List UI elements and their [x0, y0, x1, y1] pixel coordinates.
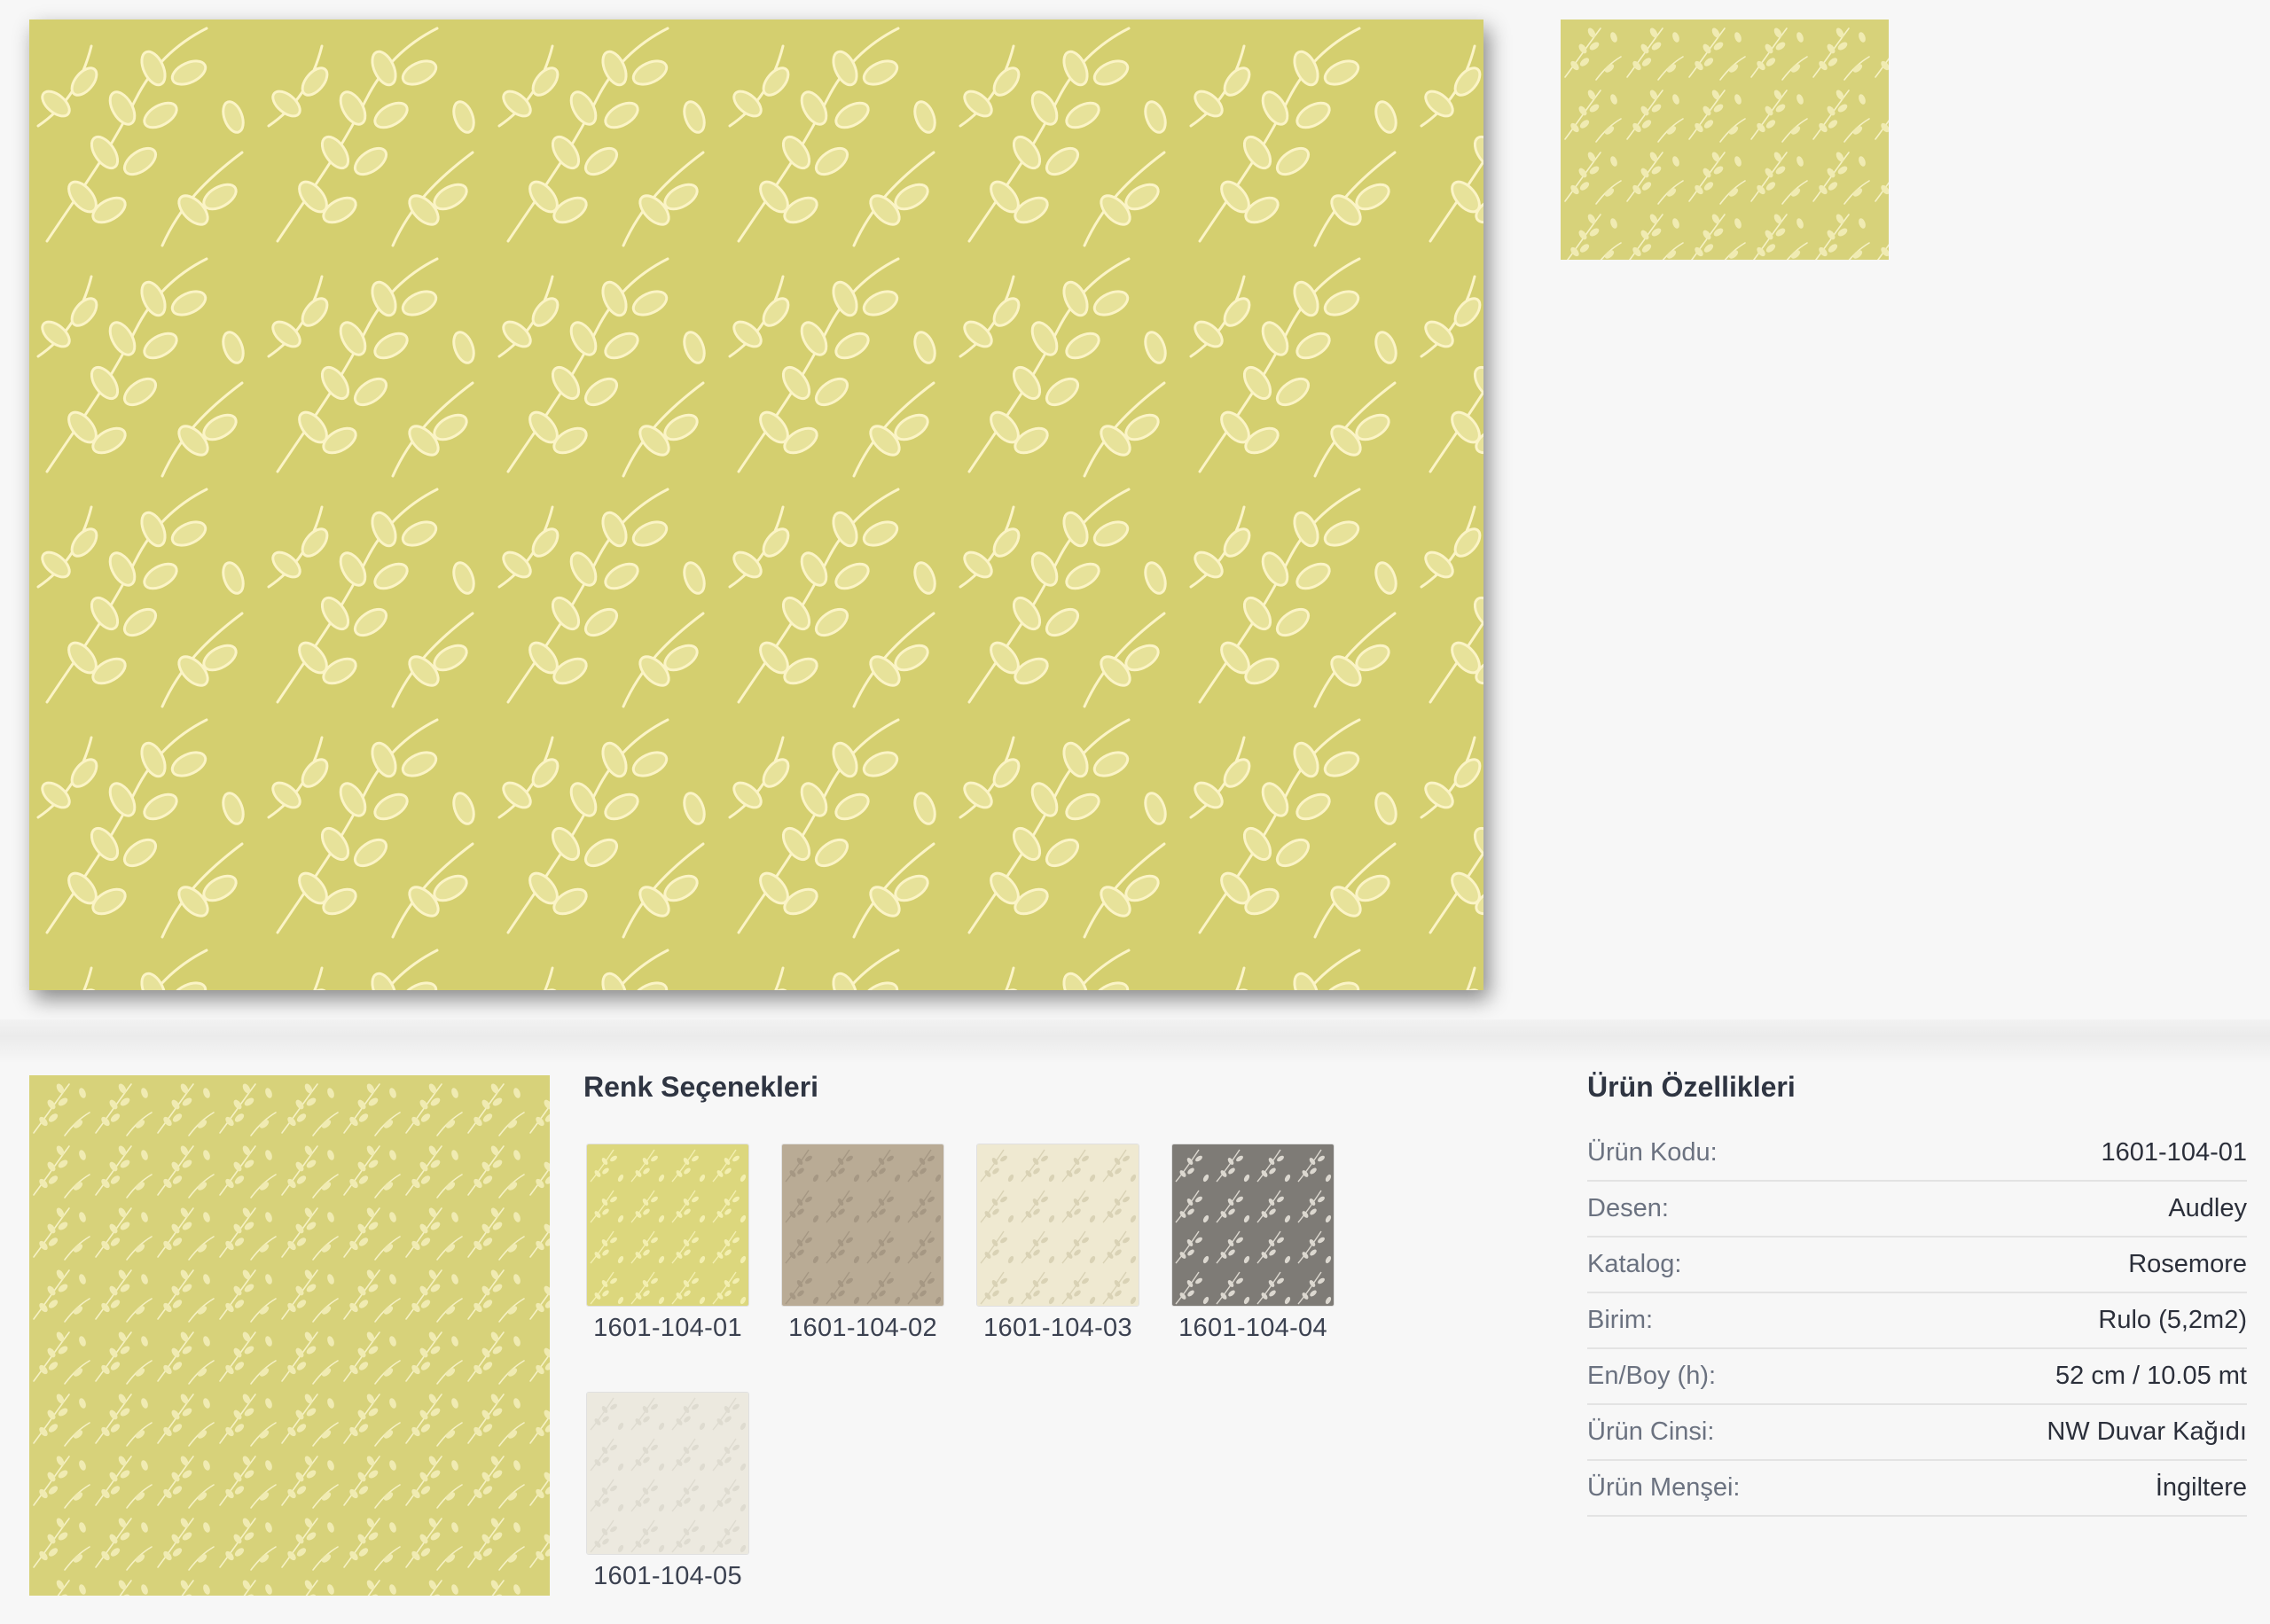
- color-swatch-code: 1601-104-05: [593, 1562, 742, 1590]
- product-gallery: [0, 0, 2270, 1019]
- property-label: En/Boy (h):: [1587, 1362, 1717, 1390]
- property-row-type: Ürün Cinsi: NW Duvar Kağıdı: [1587, 1405, 2247, 1461]
- property-label: Katalog:: [1587, 1250, 1682, 1278]
- property-row-unit: Birim: Rulo (5,2m2): [1587, 1293, 2247, 1349]
- color-swatch-code: 1601-104-02: [788, 1314, 937, 1342]
- color-swatch-image: [976, 1144, 1139, 1307]
- color-swatch-code: 1601-104-01: [593, 1314, 742, 1342]
- property-row-code: Ürün Kodu: 1601-104-01: [1587, 1126, 2247, 1182]
- leaf-pattern-room-graphic: [29, 1075, 550, 1596]
- product-properties-heading: Ürün Özellikleri: [1587, 1071, 1796, 1103]
- product-main-image[interactable]: [29, 20, 1483, 990]
- color-options-heading: Renk Seçenekleri: [583, 1071, 819, 1103]
- property-label: Ürün Menşei:: [1587, 1473, 1741, 1502]
- leaf-pattern-graphic: [29, 20, 1483, 990]
- color-swatch[interactable]: 1601-104-01: [586, 1144, 749, 1343]
- color-swatch[interactable]: 1601-104-05: [586, 1392, 749, 1591]
- section-divider: [0, 1019, 2270, 1062]
- property-row-pattern: Desen: Audley: [1587, 1182, 2247, 1238]
- color-swatch[interactable]: 1601-104-02: [781, 1144, 944, 1343]
- color-swatch-code: 1601-104-03: [983, 1314, 1132, 1342]
- property-value: NW Duvar Kağıdı: [2047, 1417, 2247, 1446]
- property-label: Birim:: [1587, 1306, 1654, 1334]
- room-preview-image[interactable]: [29, 1075, 550, 1596]
- color-swatch-image: [586, 1392, 749, 1555]
- property-value: 52 cm / 10.05 mt: [2055, 1362, 2247, 1390]
- color-swatch-image: [781, 1144, 944, 1307]
- color-swatch-image: [1171, 1144, 1335, 1307]
- product-properties-table: Ürün Kodu: 1601-104-01 Desen: Audley Kat…: [1587, 1126, 2247, 1517]
- property-value: Audley: [2168, 1194, 2247, 1222]
- color-swatch[interactable]: 1601-104-03: [976, 1144, 1139, 1343]
- property-value: Rosemore: [2128, 1250, 2247, 1278]
- leaf-pattern-thumbnail-graphic: [1561, 20, 1889, 260]
- color-swatch-code: 1601-104-04: [1178, 1314, 1327, 1342]
- property-label: Ürün Cinsi:: [1587, 1417, 1715, 1446]
- color-swatch[interactable]: 1601-104-04: [1171, 1144, 1335, 1343]
- property-value: İngiltere: [2155, 1473, 2247, 1502]
- property-value: 1601-104-01: [2101, 1138, 2247, 1167]
- product-thumbnail[interactable]: [1561, 20, 1889, 260]
- property-row-origin: Ürün Menşei: İngiltere: [1587, 1461, 2247, 1517]
- property-label: Ürün Kodu:: [1587, 1138, 1718, 1167]
- property-row-catalog: Katalog: Rosemore: [1587, 1238, 2247, 1293]
- property-label: Desen:: [1587, 1194, 1669, 1222]
- property-value: Rulo (5,2m2): [2098, 1306, 2247, 1334]
- color-swatch-image: [586, 1144, 749, 1307]
- property-row-dimensions: En/Boy (h): 52 cm / 10.05 mt: [1587, 1349, 2247, 1405]
